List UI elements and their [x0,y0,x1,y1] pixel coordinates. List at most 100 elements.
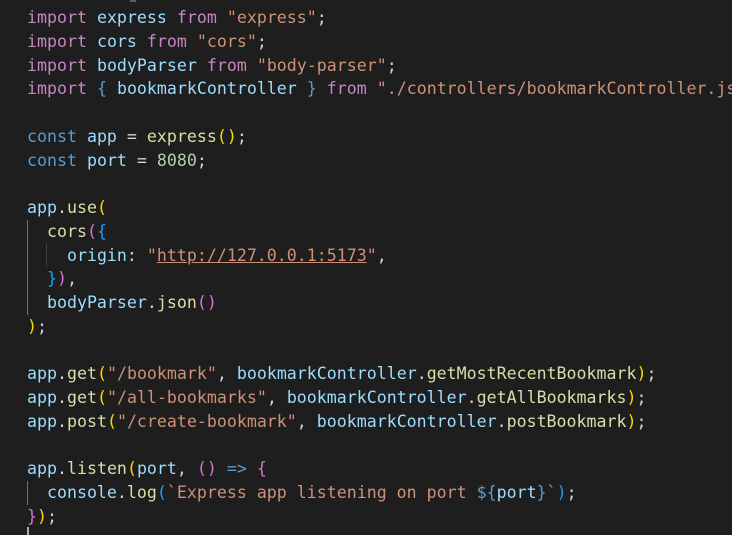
code-lines[interactable]: import express from "express"; import cor… [27,6,732,529]
code-token: , [266,388,287,407]
code-token: app [27,411,57,431]
previous-line-fragment [130,0,136,2]
code-line[interactable]: import express from "express"; [27,6,732,30]
code-line[interactable]: ); [27,315,732,339]
code-editor[interactable]: import express from "express"; import cor… [0,0,732,535]
code-token: = [126,150,157,170]
code-token: express [96,8,167,27]
code-token: postBookmark [506,411,627,431]
code-token: . [496,411,507,431]
code-token: cors [96,31,137,51]
code-line[interactable]: }), [27,267,732,291]
code-token: . [56,388,67,407]
code-token: ( [156,483,167,502]
indent-guide [27,481,28,505]
indent-guide [27,267,28,291]
code-token: bookmarkController [236,364,417,384]
code-token: ; [566,483,577,502]
code-token: console [46,483,117,502]
code-token: log [126,483,157,502]
code-token: . [56,198,67,217]
code-token: } [306,79,317,99]
code-line[interactable]: app.listen(port, () => { [27,457,732,481]
code-token: app [27,198,57,217]
code-token: } [46,269,57,289]
code-token: . [416,364,427,384]
code-token: from [326,79,367,99]
code-token: 8080 [156,150,197,170]
code-line[interactable]: app.use( [27,196,732,220]
code-token: "cors" [196,31,257,51]
code-token: } [536,483,547,502]
code-line[interactable] [27,101,732,125]
code-token: " [366,245,377,265]
code-token: port [136,459,177,479]
code-token: getMostRecentBookmark [426,364,637,384]
code-line[interactable]: import cors from "cors"; [27,30,732,54]
code-line[interactable]: import bodyParser from "body-parser"; [27,54,732,78]
code-token: listen [66,459,127,479]
code-line[interactable]: app.get("/all-bookmarks", bookmarkContro… [27,386,732,410]
code-line[interactable]: bodyParser.json() [27,291,732,315]
code-token: ) [556,483,567,502]
code-token: "body-parser" [256,55,387,75]
code-token: ; [256,31,267,51]
code-token: . [56,364,67,384]
code-token: ; [646,364,657,384]
code-token: ) [636,364,647,384]
code-token: cors [46,221,87,241]
code-line[interactable]: const port = 8080; [27,149,732,173]
code-token: "/create-bookmark" [116,411,297,431]
code-line[interactable]: app.get("/bookmark", bookmarkController.… [27,362,732,386]
code-token: , [66,269,77,289]
code-line[interactable] [27,172,732,196]
code-token: , [376,245,387,265]
code-token: ( [86,221,97,241]
indent-guide [27,291,28,315]
code-token: origin [66,245,127,265]
code-line[interactable] [27,339,732,363]
code-token: from [206,55,247,75]
code-token: bookmarkController [116,79,297,99]
code-token: from [146,31,187,51]
code-token: () [196,293,217,312]
code-line[interactable]: origin: "http://127.0.0.1:5173", [27,243,732,268]
code-token: get [66,388,97,407]
code-token: . [56,411,67,431]
code-token: import [27,8,87,27]
code-line[interactable]: import { bookmarkController } from "./co… [27,77,732,101]
code-token: { [96,79,107,99]
code-token: app [86,126,117,146]
code-token: post [66,411,107,431]
code-line[interactable]: const app = express(); [27,125,732,149]
code-token: ( [96,388,107,407]
code-line[interactable] [27,434,732,458]
code-line[interactable]: }); [27,505,732,529]
code-token: . [146,293,157,312]
code-token: ${ [476,483,497,502]
code-token: ; [386,55,397,75]
code-line[interactable]: app.post("/create-bookmark", bookmarkCon… [27,410,732,434]
code-token: ( [96,364,107,384]
code-token: port [496,483,537,502]
code-line[interactable]: console.log(`Express app listening on po… [27,481,732,505]
code-token: const [27,150,77,170]
code-line[interactable]: cors({ [27,219,732,244]
code-token: ) [56,269,67,289]
